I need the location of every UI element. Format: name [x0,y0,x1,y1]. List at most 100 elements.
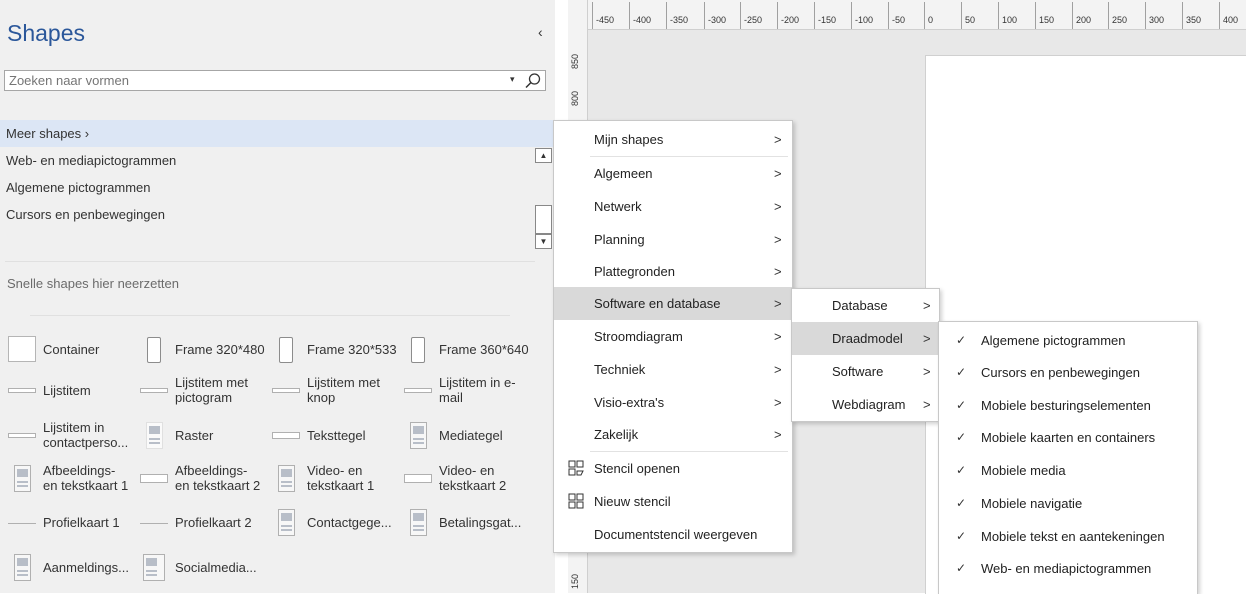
submenu-arrow-icon: > [774,264,782,279]
stencil-general-icons[interactable]: Algemene pictogrammen [0,174,555,201]
ruler-tick: 0 [924,2,933,29]
stencil-scrollbar[interactable]: ▲ ▼ [535,148,552,251]
shape-list-item[interactable]: Lijstitem [0,373,130,407]
stencil-cursors-pen[interactable]: Cursors en penbewegingen [0,201,555,228]
divider [30,315,510,316]
shape-frame-320-533[interactable]: Frame 320*533 [264,332,397,366]
shape-image-text-card-2[interactable]: Afbeeldings- en tekstkaart 2 [132,461,262,495]
phone-frame-icon [272,336,300,363]
collapse-pane-button[interactable]: ‹ [538,24,543,40]
shape-image-text-card-1[interactable]: Afbeeldings- en tekstkaart 1 [0,461,130,495]
phone-frame-icon [140,336,168,363]
menu-item-my-shapes[interactable]: Mijn shapes > [554,123,792,156]
shape-text-tile[interactable]: Teksttegel [264,418,394,452]
shape-payment-gateway[interactable]: Betalingsgat... [396,505,526,539]
menu-item-label: Webdiagram [832,397,906,412]
shape-label: Frame 360*640 [439,341,529,357]
stencil-toggle-cursors-pen[interactable]: ✓ Cursors en penbewegingen [939,356,1197,389]
shape-container[interactable]: Container [0,332,130,366]
menu-item-general[interactable]: Algemeen > [554,157,792,190]
ruler-tick: 300 [1145,2,1164,29]
menu-item-engineering[interactable]: Techniek > [554,353,792,386]
submenu-item-web-diagram[interactable]: Webdiagram > [792,388,939,421]
menu-item-label: Documentstencil weergeven [594,527,758,542]
scroll-up-button[interactable]: ▲ [535,148,552,163]
shape-social-media[interactable]: Socialmedia... [132,550,262,584]
menu-item-visio-extras[interactable]: Visio-extra's > [554,386,792,419]
submenu-item-database[interactable]: Database > [792,289,939,322]
search-dropdown-icon[interactable]: ▾ [510,74,515,85]
shape-profile-card-2[interactable]: Profielkaart 2 [132,505,262,539]
menu-item-show-document-stencil[interactable]: Documentstencil weergeven [554,518,792,551]
menu-item-label: Mobiele tekst en aantekeningen [981,529,1165,544]
scroll-down-button[interactable]: ▼ [535,234,552,249]
stencil-toggle-mobile-controls[interactable]: ✓ Mobiele besturingselementen [939,389,1197,422]
submenu-arrow-icon: > [774,132,782,147]
list-item-icon [8,422,36,448]
open-stencil-icon [568,460,584,476]
scroll-thumb[interactable] [535,205,552,234]
shape-list-item-contact[interactable]: Lijstitem in contactperso... [0,418,130,452]
stencil-toggle-general-icons[interactable]: ✓ Algemene pictogrammen [939,324,1197,357]
grid-icon [140,422,168,449]
ruler-tick: -300 [704,2,726,29]
menu-item-floor-plans[interactable]: Plattegronden > [554,255,792,288]
menu-item-business[interactable]: Zakelijk > [554,418,792,451]
shape-label: Frame 320*480 [175,341,265,357]
card-icon [140,465,168,491]
menu-item-network[interactable]: Netwerk > [554,190,792,223]
stencil-toggle-mobile-media[interactable]: ✓ Mobiele media [939,454,1197,487]
list-item-icon [8,509,36,535]
stencil-toggle-mobile-cards[interactable]: ✓ Mobiele kaarten en containers [939,421,1197,454]
search-icon[interactable] [524,72,542,90]
ruler-tick: 100 [998,2,1017,29]
stencil-toggle-mobile-text[interactable]: ✓ Mobiele tekst en aantekeningen [939,520,1197,553]
shape-label: Contactgege... [307,514,392,530]
search-input[interactable] [9,73,489,88]
shape-video-text-card-2[interactable]: Video- en tekstkaart 2 [396,461,526,495]
shape-frame-360-640[interactable]: Frame 360*640 [396,332,529,366]
shape-video-text-card-1[interactable]: Video- en tekstkaart 1 [264,461,394,495]
submenu-arrow-icon: > [774,329,782,344]
menu-item-flowchart[interactable]: Stroomdiagram > [554,320,792,353]
container-icon [8,336,36,362]
menu-item-open-stencil[interactable]: Stencil openen [554,452,792,485]
menu-item-label: Visio-extra's [594,395,665,410]
submenu-arrow-icon: > [923,298,931,313]
shape-contact-details[interactable]: Contactgege... [264,505,394,539]
checkmark-icon: ✓ [956,430,967,444]
shape-label: Aanmeldings... [43,559,129,575]
search-box[interactable]: ▾ [4,70,546,91]
menu-item-label: Mobiele besturingselementen [981,398,1151,413]
submenu-arrow-icon: > [774,395,782,410]
menu-item-new-stencil[interactable]: Nieuw stencil [554,485,792,518]
shape-list-item-button[interactable]: Lijstitem met knop [264,373,394,407]
ruler-tick: -400 [629,2,651,29]
stencil-toggle-web-media-icons[interactable]: ✓ Web- en mediapictogrammen [939,552,1197,585]
submenu-arrow-icon: > [774,362,782,377]
shape-list-item-email[interactable]: Lijstitem in e-mail [396,373,526,407]
shape-media-tile[interactable]: Mediategel [396,418,526,452]
checkmark-icon: ✓ [956,529,967,543]
wireframe-submenu: ✓ Algemene pictogrammen ✓ Cursors en penbe… [938,321,1198,594]
shape-label: Lijstitem met knop [307,375,380,405]
shape-profile-card-1[interactable]: Profielkaart 1 [0,505,130,539]
menu-item-planning[interactable]: Planning > [554,223,792,256]
stencil-list: Meer shapes › Web- en mediapictogrammen … [0,120,555,228]
horizontal-ruler: -450 -400 -350 -300 -250 -200 -150 -100 … [568,0,1246,30]
ruler-tick: -350 [666,2,688,29]
stencil-web-media-icons[interactable]: Web- en mediapictogrammen [0,147,555,174]
shape-grid-raster[interactable]: Raster [132,418,262,452]
submenu-item-software[interactable]: Software > [792,355,939,388]
shapes-pane: Shapes ‹ ▾ Meer shapes › Web- en mediapi… [0,0,555,593]
menu-item-software-database[interactable]: Software en database > [554,287,792,320]
shape-frame-320-480[interactable]: Frame 320*480 [132,332,265,366]
shape-label: Mediategel [439,427,503,443]
shape-sign-in[interactable]: Aanmeldings... [0,550,130,584]
stencil-toggle-mobile-navigation[interactable]: ✓ Mobiele navigatie [939,487,1197,520]
menu-item-label: Mobiele navigatie [981,496,1083,511]
shape-list-item-icon[interactable]: Lijstitem met pictogram [132,373,262,407]
stencil-more-shapes[interactable]: Meer shapes › [0,120,555,147]
menu-item-label: Software en database [594,296,721,311]
submenu-item-wireframe[interactable]: Draadmodel > [792,322,939,355]
